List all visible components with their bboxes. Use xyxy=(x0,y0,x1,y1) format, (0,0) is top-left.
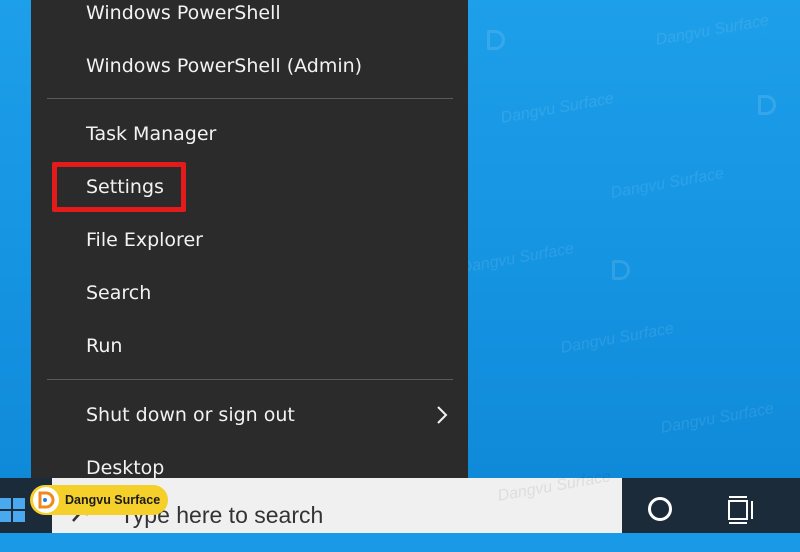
watermark-text: Dangvu Surface xyxy=(559,320,676,357)
menu-item-windows-powershell[interactable]: Windows PowerShell xyxy=(31,0,468,36)
task-view-icon[interactable] xyxy=(726,495,756,525)
menu-item-label: Windows PowerShell xyxy=(86,2,281,24)
menu-item-label: Shut down or sign out xyxy=(86,404,295,426)
menu-item-shut-down-or-sign-out[interactable]: Shut down or sign out xyxy=(31,392,468,438)
menu-item-search[interactable]: Search xyxy=(31,270,468,316)
watermark-text: Dangvu Surface xyxy=(609,165,726,202)
watermark-text: Dangvu Surface xyxy=(459,240,576,277)
watermark-text: Dangvu Surface xyxy=(654,12,771,49)
watermark-logo-icon xyxy=(758,95,776,115)
watermark-text: Dangvu Surface xyxy=(659,400,776,437)
menu-item-label: Task Manager xyxy=(86,123,217,145)
cortana-icon[interactable] xyxy=(648,497,672,521)
menu-item-label: Windows PowerShell (Admin) xyxy=(86,55,363,77)
menu-separator xyxy=(47,379,453,380)
menu-separator xyxy=(47,98,453,99)
settings-highlight-box xyxy=(52,162,186,212)
menu-item-label: Search xyxy=(86,282,152,304)
watermark-logo-icon xyxy=(612,260,630,280)
menu-item-run[interactable]: Run xyxy=(31,323,468,369)
chevron-right-icon xyxy=(437,406,448,424)
brand-logo-icon xyxy=(33,487,59,513)
brand-watermark-badge: Dangvu Surface xyxy=(30,485,168,515)
menu-item-label: Run xyxy=(86,335,123,357)
watermark-text: Dangvu Surface xyxy=(499,90,616,127)
menu-item-label: File Explorer xyxy=(86,229,203,251)
winx-power-user-menu: Windows PowerShell Windows PowerShell (A… xyxy=(31,0,468,479)
menu-item-file-explorer[interactable]: File Explorer xyxy=(31,217,468,263)
watermark-logo-icon xyxy=(487,30,505,50)
menu-item-task-manager[interactable]: Task Manager xyxy=(31,111,468,157)
brand-name: Dangvu Surface xyxy=(65,493,161,507)
menu-item-label: Desktop xyxy=(86,457,165,479)
menu-item-windows-powershell-admin[interactable]: Windows PowerShell (Admin) xyxy=(31,43,468,89)
